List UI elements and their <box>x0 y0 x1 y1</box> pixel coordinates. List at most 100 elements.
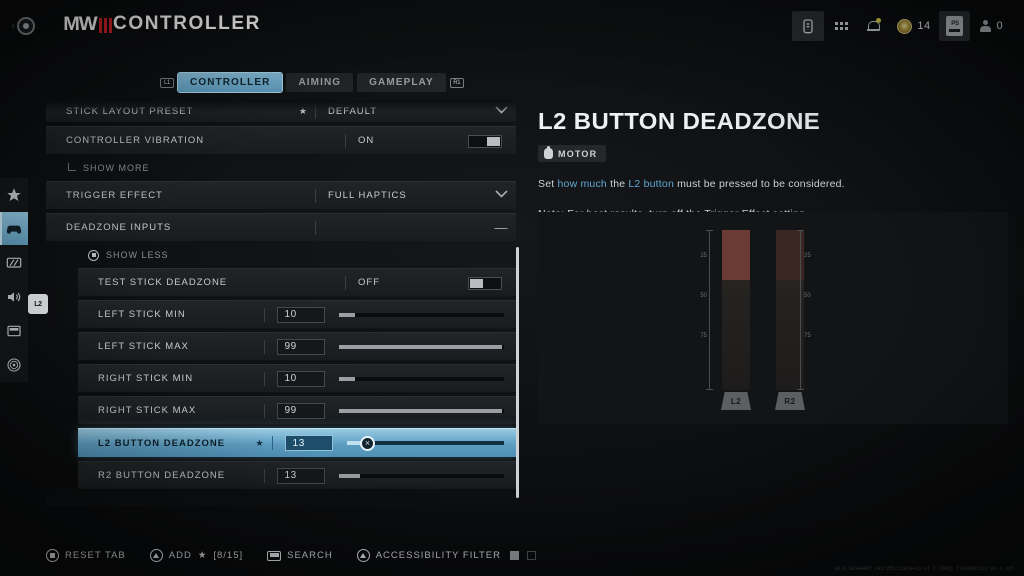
chevron-down-icon[interactable] <box>486 106 516 117</box>
setting-row-right-stick-min[interactable]: RIGHT STICK MIN 10 <box>78 364 516 392</box>
favorite-star-icon: ★ <box>197 550 208 561</box>
filter-swatch-icon <box>509 551 519 560</box>
slider-track <box>338 376 504 381</box>
l1-bumper-icon[interactable]: L1 <box>160 77 174 88</box>
setting-slider[interactable] <box>338 468 504 484</box>
chevron-down-icon[interactable] <box>486 190 516 201</box>
list-scrollbar[interactable] <box>516 247 519 498</box>
setting-value-box[interactable]: 99 <box>276 402 325 419</box>
setting-label: RIGHT STICK MAX <box>98 405 197 416</box>
settings-list[interactable]: STICK LAYOUT PRESET ★ DEFAULT CONTROLLER… <box>46 100 516 500</box>
setting-value-box[interactable]: 13 <box>276 467 325 484</box>
setting-label: LEFT STICK MIN <box>98 309 186 320</box>
desc-part-2: the <box>606 178 629 190</box>
setting-label: RIGHT STICK MIN <box>98 373 194 384</box>
search-button[interactable]: SEARCH <box>267 550 333 561</box>
circle-button-icon <box>46 549 59 562</box>
reset-tab-label: RESET TAB <box>65 550 126 561</box>
setting-row-trigger-effect[interactable]: TRIGGER EFFECT FULL HAPTICS <box>46 181 516 209</box>
setting-row-right-stick-max[interactable]: RIGHT STICK MAX 99 <box>78 396 516 424</box>
vibration-toggle[interactable] <box>468 135 502 148</box>
show-more-button[interactable]: SHOW MORE <box>46 158 516 178</box>
setting-toggle[interactable] <box>468 277 502 290</box>
setting-row-test-stick-deadzone[interactable]: TEST STICK DEADZONE OFF <box>78 268 516 296</box>
tab-controller[interactable]: CONTROLLER <box>178 73 283 92</box>
slider-fill <box>338 408 503 413</box>
currency-indicator[interactable]: 14 <box>890 11 937 41</box>
add-favorite-button[interactable]: ADD ★ [8/15] <box>149 549 244 562</box>
detail-description: Set how much the L2 button must be press… <box>538 176 1008 192</box>
r2-meter-label: R2 <box>784 396 796 406</box>
platform-card-icon[interactable]: PS <box>939 11 971 41</box>
collapse-minus-icon[interactable]: — <box>486 221 516 234</box>
tab-bar: L1 CONTROLLER AIMING GAMEPLAY R1 <box>160 73 464 92</box>
r1-bumper-icon[interactable]: R1 <box>449 77 464 88</box>
setting-slider[interactable] <box>346 435 505 451</box>
deadzone-sub-settings: TEST STICK DEADZONE OFF LEFT STICK MIN 10 LE… <box>46 268 516 489</box>
setting-value-box[interactable]: 10 <box>276 306 325 323</box>
setting-label: DEADZONE INPUTS <box>66 222 172 233</box>
axis-tick: 75 <box>700 333 707 339</box>
setting-slider[interactable] <box>338 307 504 323</box>
setting-row-l2-button-deadzone[interactable]: L2 BUTTON DEADZONE ★ 13 <box>78 428 516 457</box>
setting-value-box[interactable]: 99 <box>276 338 325 355</box>
show-less-button[interactable]: SHOW LESS <box>68 245 516 265</box>
mwiii-logo: MW <box>63 14 112 36</box>
accessibility-icon <box>7 357 21 372</box>
bell-icon[interactable] <box>858 11 888 41</box>
favorite-star-icon[interactable]: ★ <box>255 438 263 449</box>
setting-slider[interactable] <box>338 371 504 387</box>
sidebar-item-controller[interactable] <box>0 212 28 246</box>
party-icon <box>979 20 992 32</box>
sidebar-item-accessibility[interactable] <box>0 348 28 382</box>
accessibility-filter-button[interactable]: ACCESSIBILITY FILTER <box>356 549 536 562</box>
axis-tick: 25 <box>804 253 811 259</box>
setting-row-deadzone-inputs[interactable]: DEADZONE INPUTS — <box>46 213 516 241</box>
tab-gameplay[interactable]: GAMEPLAY <box>357 73 446 92</box>
sidebar-item-audio[interactable] <box>0 280 28 314</box>
setting-label: LEFT STICK MAX <box>98 341 189 352</box>
sidebar-item-favorites[interactable] <box>0 178 28 212</box>
row-divider <box>263 403 265 418</box>
setting-row-left-stick-max[interactable]: LEFT STICK MAX 99 <box>78 332 516 360</box>
filter-swatch-outline-icon <box>526 551 536 560</box>
setting-row-left-stick-min[interactable]: LEFT STICK MIN 10 <box>78 300 516 328</box>
gamepad-icon <box>6 225 22 234</box>
favorite-star-icon[interactable]: ★ <box>299 106 307 117</box>
star-icon <box>7 187 21 201</box>
setting-row-r2-button-deadzone[interactable]: R2 BUTTON DEADZONE 13 <box>78 461 516 489</box>
setting-label: TRIGGER EFFECT <box>66 190 163 201</box>
battery-icon[interactable] <box>792 11 825 41</box>
setting-slider[interactable] <box>338 339 504 355</box>
accessibility-filter-label: ACCESSIBILITY FILTER <box>375 550 501 561</box>
setting-label: R2 BUTTON DEADZONE <box>98 470 226 481</box>
triangle-button-icon <box>356 549 370 562</box>
setting-label: STICK LAYOUT PRESET <box>66 106 194 117</box>
setting-value: DEFAULT <box>328 106 378 117</box>
setting-value: FULL HAPTICS <box>328 190 407 201</box>
build-version-string: 18.0.10144407 (42:255:11014+11:A) T [605… <box>834 566 1014 572</box>
apps-grid-icon[interactable] <box>826 11 856 41</box>
sidebar-item-interface[interactable] <box>0 314 28 348</box>
tab-aiming[interactable]: AIMING <box>286 73 354 92</box>
setting-value-box[interactable]: 10 <box>276 370 325 387</box>
slider-knob[interactable] <box>360 435 376 451</box>
back-button[interactable]: ‹ <box>12 15 38 37</box>
setting-value-box[interactable]: 13 <box>284 435 333 451</box>
favorite-count: [8/15] <box>213 550 244 561</box>
setting-row-stick-layout-preset[interactable]: STICK LAYOUT PRESET ★ DEFAULT <box>46 100 516 122</box>
party-indicator[interactable]: 0 <box>972 11 1010 41</box>
coin-icon <box>897 18 913 34</box>
tree-corner-icon <box>68 162 76 171</box>
detail-panel: L2 BUTTON DEADZONE MOTOR Set how much th… <box>538 108 1008 222</box>
sidebar-item-graphics[interactable] <box>0 246 28 280</box>
slider-fill <box>338 344 503 349</box>
slider-fill <box>338 312 356 317</box>
party-value: 0 <box>996 20 1003 32</box>
l2-trigger-meter: L2 <box>721 230 751 410</box>
setting-row-controller-vibration[interactable]: CONTROLLER VIBRATION ON <box>46 126 516 154</box>
currency-value: 14 <box>917 20 931 32</box>
setting-slider[interactable] <box>338 403 504 419</box>
reset-tab-button[interactable]: RESET TAB <box>46 549 126 562</box>
triangle-button-icon <box>149 549 163 562</box>
